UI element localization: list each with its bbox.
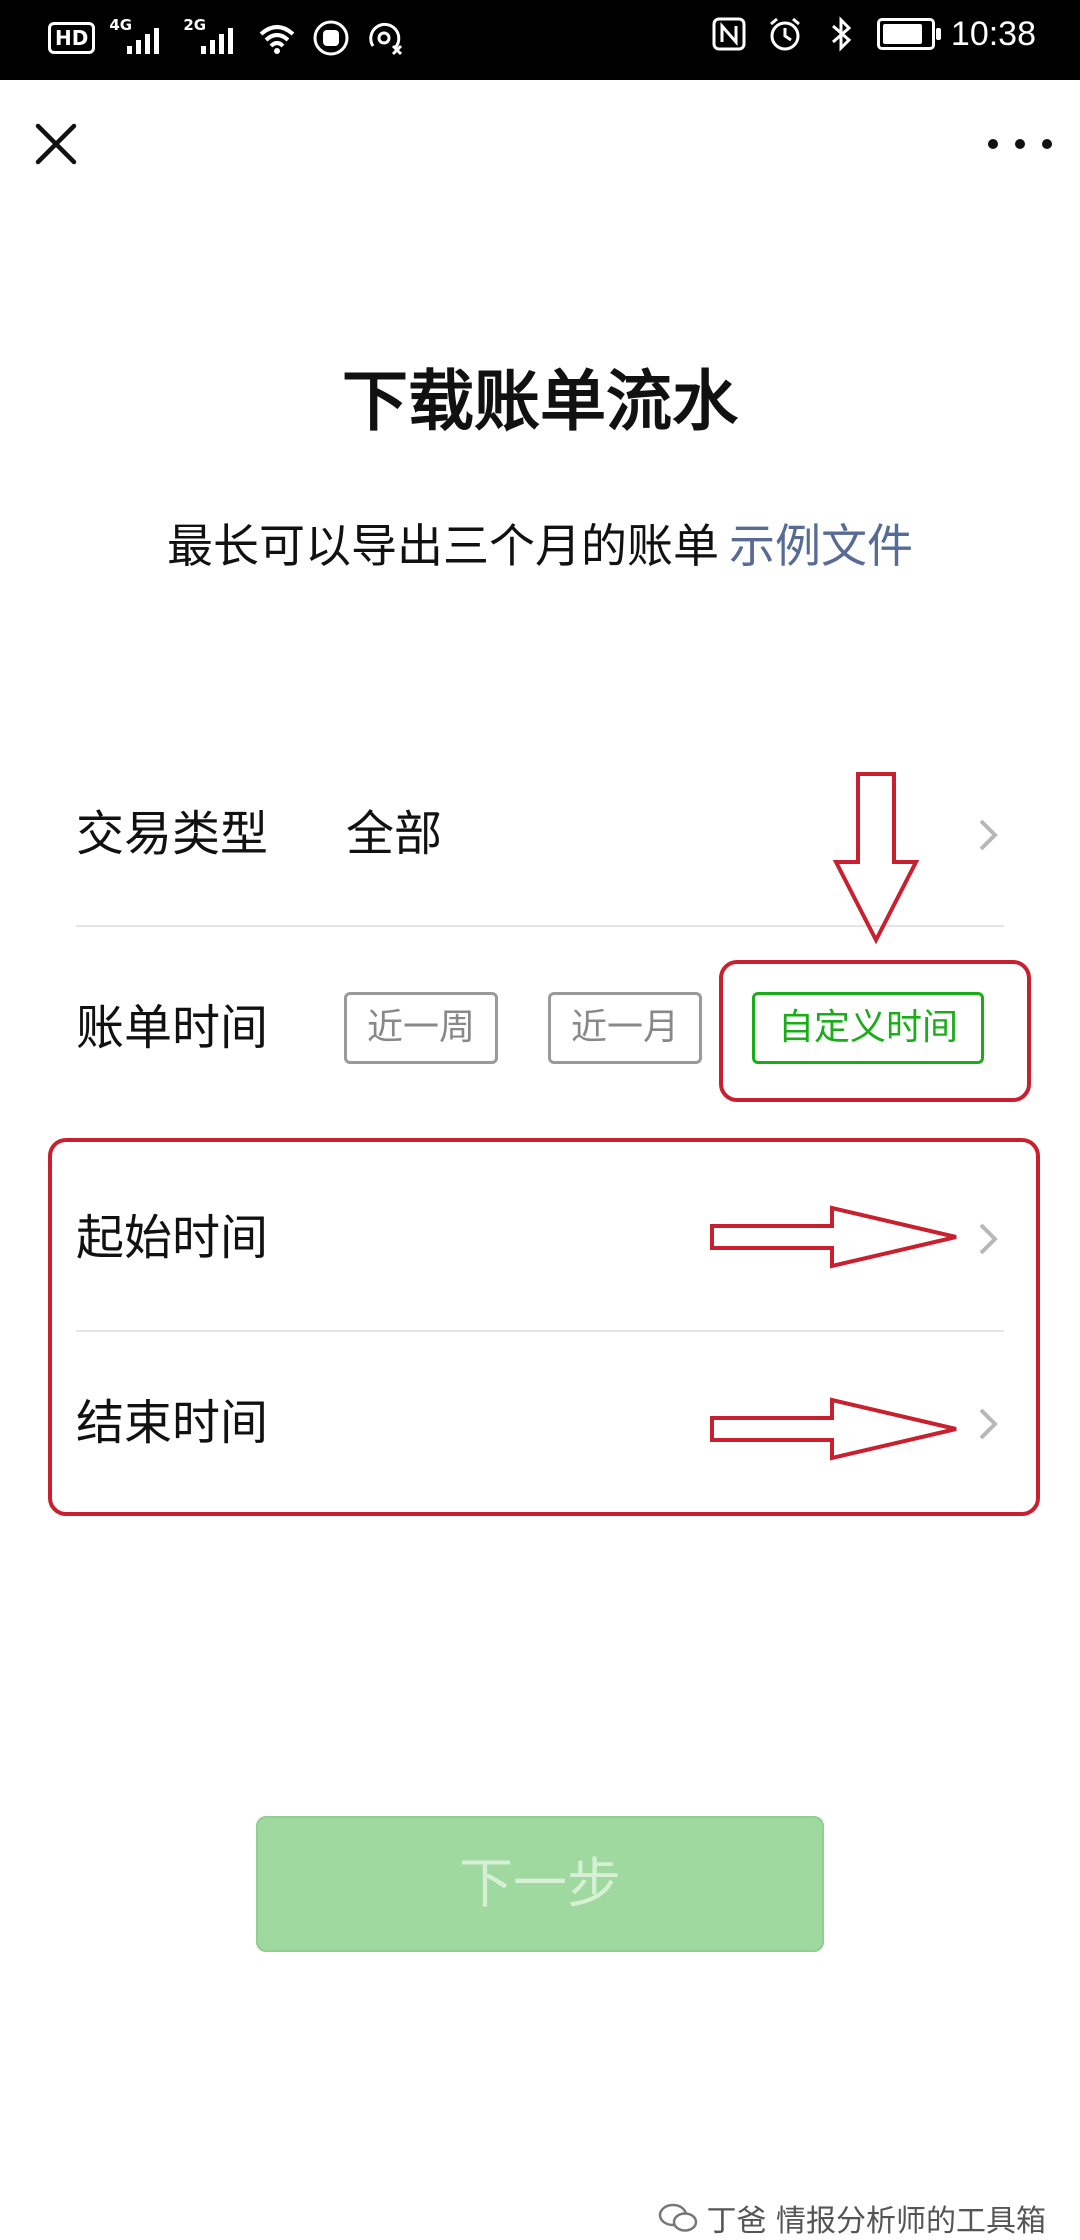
- option-last-week[interactable]: 近一周: [344, 992, 498, 1064]
- hd-icon: HD: [48, 22, 96, 54]
- chevron-right-icon: [979, 819, 998, 851]
- sample-file-link[interactable]: 示例文件: [729, 519, 913, 573]
- clock-time: 10:38: [950, 14, 1036, 53]
- close-icon[interactable]: [30, 118, 82, 170]
- hand-icon: [313, 20, 349, 56]
- page-subtitle: 最长可以导出三个月的账单 示例文件: [0, 516, 1080, 576]
- more-icon[interactable]: [988, 126, 1052, 162]
- battery-fill: [882, 24, 922, 44]
- annotation-right-arrow: [710, 1205, 957, 1269]
- alarm-icon: [769, 17, 800, 51]
- subtitle-text: 最长可以导出三个月的账单: [167, 519, 719, 573]
- annotation-down-arrow: [832, 772, 920, 945]
- status-bar: HD 4G 2G 10:38: [0, 0, 1080, 80]
- battery-icon: [876, 18, 941, 50]
- option-last-month[interactable]: 近一月: [548, 992, 702, 1064]
- hotspot-icon: [369, 22, 403, 56]
- transaction-type-value: 全部: [346, 806, 443, 862]
- wifi-icon: [260, 25, 295, 54]
- page-title: 下载账单流水: [342, 363, 738, 440]
- transaction-type-label: 交易类型: [76, 806, 269, 862]
- nfc-icon: [712, 17, 746, 51]
- bluetooth-icon: [831, 16, 852, 52]
- signal-2g-icon: 2G: [183, 16, 243, 58]
- next-button[interactable]: 下一步: [256, 1816, 824, 1952]
- watermark: 丁爸 情报分析师的工具箱: [658, 2196, 1046, 2240]
- annotation-right-arrow: [710, 1397, 957, 1461]
- watermark-text: 丁爸 情报分析师的工具箱: [706, 2204, 1046, 2239]
- status-right: 10:38: [709, 14, 1036, 54]
- bill-time-label: 账单时间: [76, 1000, 269, 1056]
- status-left: HD 4G 2G: [48, 16, 405, 58]
- annotation-box-custom-time: [719, 960, 1031, 1102]
- wechat-icon: [659, 2203, 698, 2232]
- signal-4g-icon: 4G: [109, 16, 169, 58]
